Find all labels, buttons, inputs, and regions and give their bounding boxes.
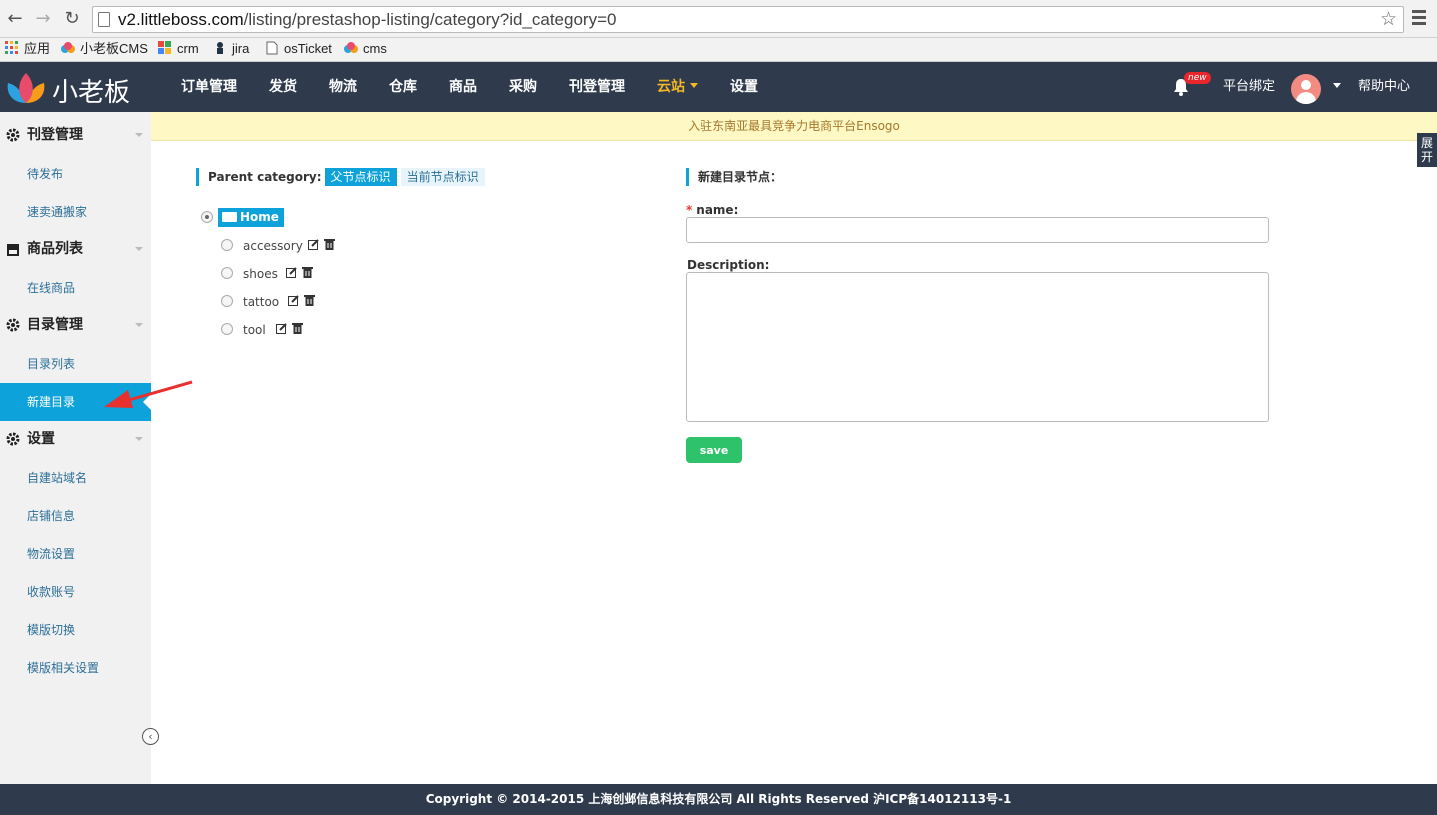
avatar[interactable] — [1291, 74, 1321, 104]
forward-icon[interactable]: → — [32, 8, 54, 30]
gear-icon — [6, 318, 20, 332]
new-node-heading: 新建目录节点： — [686, 168, 782, 186]
platform-bind-link[interactable]: 平台绑定 — [1223, 62, 1275, 112]
sidebar-item-logistics-settings[interactable]: 物流设置 — [0, 535, 151, 573]
bookmark-star-icon[interactable]: ☆ — [1380, 8, 1397, 30]
bookmark-apps[interactable]: 应用 — [5, 40, 50, 58]
folder-open-icon — [222, 212, 237, 222]
sidebar-item-pending[interactable]: 待发布 — [0, 155, 151, 193]
crm-icon — [158, 41, 171, 54]
sidebar-item-domain[interactable]: 自建站域名 — [0, 459, 151, 497]
page-icon — [266, 41, 278, 55]
browser-toolbar: ← → ↻ v2.littleboss.com/listing/prestash… — [0, 0, 1437, 38]
chevron-down-icon — [1333, 83, 1341, 88]
sidebar: 刊登管理 待发布 速卖通搬家 商品列表 在线商品 目录管理 目录列表 新建目录 … — [0, 112, 151, 784]
name-input[interactable] — [686, 217, 1269, 243]
chevron-down-icon — [135, 133, 143, 137]
name-label: * name: — [686, 203, 739, 217]
jira-icon — [217, 42, 223, 54]
chevron-down-icon — [135, 437, 143, 441]
nav-listing[interactable]: 刊登管理 — [569, 62, 625, 112]
nav-cloud-site[interactable]: 云站 — [657, 62, 698, 112]
sidebar-item-aliexpress-move[interactable]: 速卖通搬家 — [0, 193, 151, 231]
sidebar-item-template-settings[interactable]: 模版相关设置 — [0, 649, 151, 687]
littleboss-logo-icon — [344, 42, 358, 53]
edit-icon[interactable] — [288, 295, 299, 307]
store-icon — [7, 244, 19, 256]
edit-icon[interactable] — [308, 239, 319, 251]
chevron-down-icon — [135, 247, 143, 251]
help-center-link[interactable]: 帮助中心 — [1358, 62, 1410, 112]
nav-orders[interactable]: 订单管理 — [181, 62, 237, 112]
parent-node-chip: 父节点标识 — [324, 168, 397, 186]
logo-text: 小老板 — [52, 78, 131, 108]
bookmark-cms[interactable]: cms — [344, 40, 387, 58]
nav-logistics[interactable]: 物流 — [329, 62, 357, 112]
sidebar-collapse-icon[interactable]: ‹ — [142, 728, 159, 745]
nav-warehouse[interactable]: 仓库 — [389, 62, 417, 112]
app-header: 小老板 订单管理 发货 物流 仓库 商品 采购 刊登管理 云站 设置 new 平… — [0, 62, 1437, 112]
nav-shipping[interactable]: 发货 — [269, 62, 297, 112]
radio-tattoo[interactable] — [221, 295, 233, 307]
back-icon[interactable]: ← — [4, 8, 26, 30]
trash-icon[interactable] — [302, 266, 313, 278]
gear-icon — [6, 128, 20, 142]
lotus-logo-icon — [7, 73, 45, 103]
expand-tab[interactable]: 展开 — [1417, 133, 1437, 167]
edit-icon[interactable] — [286, 267, 297, 279]
chevron-down-icon — [135, 323, 143, 327]
nav-settings[interactable]: 设置 — [730, 62, 758, 112]
edit-icon[interactable] — [276, 323, 287, 335]
gear-icon — [6, 432, 20, 446]
tree-node-tattoo[interactable]: tattoo — [243, 294, 279, 310]
required-asterisk: * — [686, 203, 693, 217]
bookmark-osticket[interactable]: osTicket — [265, 40, 332, 58]
radio-tool[interactable] — [221, 323, 233, 335]
sidebar-section-catalog[interactable]: 目录管理 — [0, 306, 151, 344]
tree-node-shoes[interactable]: shoes — [243, 266, 278, 282]
tree-node-tool[interactable]: tool — [243, 322, 266, 338]
footer-copyright: Copyright © 2014-2015 上海创邺信息科技有限公司 All R… — [0, 784, 1437, 815]
sidebar-section-product-list[interactable]: 商品列表 — [0, 230, 151, 268]
new-badge: new — [1184, 72, 1211, 84]
bookmark-jira[interactable]: jira — [213, 40, 249, 58]
radio-home[interactable] — [201, 211, 213, 223]
bookmarks-bar: 应用 小老板CMS crm jira osTicket cms — [0, 38, 1437, 62]
description-label: Description: — [687, 258, 770, 272]
trash-icon[interactable] — [292, 322, 303, 334]
tree-node-accessory[interactable]: accessory — [243, 238, 303, 254]
description-textarea[interactable] — [686, 272, 1269, 422]
url-domain: v2.littleboss.com — [118, 10, 244, 29]
sidebar-item-template-switch[interactable]: 模版切换 — [0, 611, 151, 649]
sidebar-item-store-info[interactable]: 店铺信息 — [0, 497, 151, 535]
url-text[interactable]: v2.littleboss.com/listing/prestashop-lis… — [118, 10, 616, 30]
current-node-chip: 当前节点标识 — [400, 168, 485, 186]
annotation-arrow — [104, 380, 193, 408]
promo-notice[interactable]: 入驻东南亚最具竞争力电商平台Ensogo — [151, 112, 1437, 141]
nav-purchase[interactable]: 采购 — [509, 62, 537, 112]
chevron-down-icon — [690, 83, 698, 88]
radio-accessory[interactable] — [221, 239, 233, 251]
sidebar-item-payment-account[interactable]: 收款账号 — [0, 573, 151, 611]
apps-grid-icon — [5, 41, 18, 54]
trash-icon[interactable] — [324, 238, 335, 250]
trash-icon[interactable] — [304, 294, 315, 306]
sidebar-section-listing[interactable]: 刊登管理 — [0, 116, 151, 154]
browser-menu-icon[interactable] — [1412, 10, 1426, 28]
littleboss-logo-icon — [61, 42, 75, 53]
page-icon — [98, 12, 110, 27]
tree-node-home[interactable]: Home — [218, 208, 284, 227]
bookmark-cms-main[interactable]: 小老板CMS — [61, 40, 148, 58]
radio-shoes[interactable] — [221, 267, 233, 279]
reload-icon[interactable]: ↻ — [61, 8, 83, 30]
url-path: /listing/prestashop-listing/category?id_… — [243, 10, 617, 29]
sidebar-item-online-products[interactable]: 在线商品 — [0, 269, 151, 307]
bookmark-crm[interactable]: crm — [158, 40, 199, 58]
user-menu-toggle[interactable] — [1328, 62, 1341, 112]
nav-products[interactable]: 商品 — [449, 62, 477, 112]
sidebar-section-settings[interactable]: 设置 — [0, 420, 151, 458]
save-button[interactable]: save — [686, 437, 742, 463]
address-bar[interactable]: v2.littleboss.com/listing/prestashop-lis… — [92, 6, 1404, 33]
parent-category-heading: Parent category: 父节点标识 当前节点标识 — [196, 168, 485, 186]
